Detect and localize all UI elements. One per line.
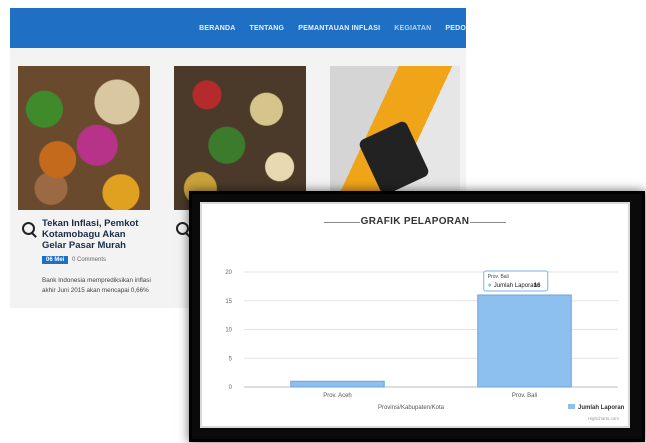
post-excerpt: Bank Indonesia memprediksikan inflasi ak… xyxy=(42,277,151,294)
legend-swatch xyxy=(568,404,575,409)
y-tick-label: 15 xyxy=(225,299,232,305)
y-tick-label: 20 xyxy=(225,270,232,276)
chart-credit: Highcharts.com xyxy=(588,416,620,421)
tooltip-series-label: Jumlah Laporan: xyxy=(494,283,539,289)
x-tick-label: Prov. Bali xyxy=(512,393,537,399)
x-tick-label: Prov. Aceh xyxy=(323,393,352,399)
post-image-vegetables[interactable] xyxy=(18,66,150,210)
nav-item-beranda[interactable]: BERANDA xyxy=(199,25,235,32)
nav-item-tentang[interactable]: TENTANG xyxy=(249,25,284,32)
search-icon[interactable] xyxy=(22,222,35,235)
nav-item-kegiatan[interactable]: KEGIATAN xyxy=(394,25,431,32)
search-icon[interactable] xyxy=(176,222,189,235)
chart-frame: GRAFIK PELAPORAN 0 5 10 15 20 Prov. Aceh Prov.… xyxy=(189,191,645,442)
nav-item-pemantauan-inflasi[interactable]: PEMANTAUAN INFLASI xyxy=(298,25,380,32)
post-title[interactable]: Tekan Inflasi, Pemkot Kotamobagu Akan Ge… xyxy=(42,218,152,251)
comments-count[interactable]: 0 Comments xyxy=(72,257,106,263)
post-image-market[interactable] xyxy=(174,66,306,210)
legend-label: Jumlah Laporan xyxy=(578,405,625,411)
chart-bar[interactable] xyxy=(477,294,572,388)
chart-bar[interactable] xyxy=(290,380,385,388)
y-tick-label: 5 xyxy=(229,356,233,362)
nav-menu: BERANDA TENTANG PEMANTAUAN INFLASI KEGIA… xyxy=(199,8,466,48)
navbar: BERANDA TENTANG PEMANTAUAN INFLASI KEGIA… xyxy=(10,8,466,48)
tooltip-marker xyxy=(488,283,492,287)
tooltip-category: Prov. Bali xyxy=(488,274,509,280)
y-tick-label: 0 xyxy=(229,385,233,391)
chart-panel: GRAFIK PELAPORAN 0 5 10 15 20 Prov. Aceh Prov.… xyxy=(200,202,630,428)
x-axis-title: Provinsi/Kabupaten/Kota xyxy=(378,405,445,411)
y-tick-label: 10 xyxy=(225,328,232,334)
tooltip-value: 16 xyxy=(534,283,541,289)
date-badge: 06 Mei xyxy=(42,256,69,264)
bar-chart: 0 5 10 15 20 Prov. Aceh Prov. Bali Provinsi/Kab… xyxy=(225,270,625,421)
nav-item-pedoman[interactable]: PEDO xyxy=(445,25,466,32)
